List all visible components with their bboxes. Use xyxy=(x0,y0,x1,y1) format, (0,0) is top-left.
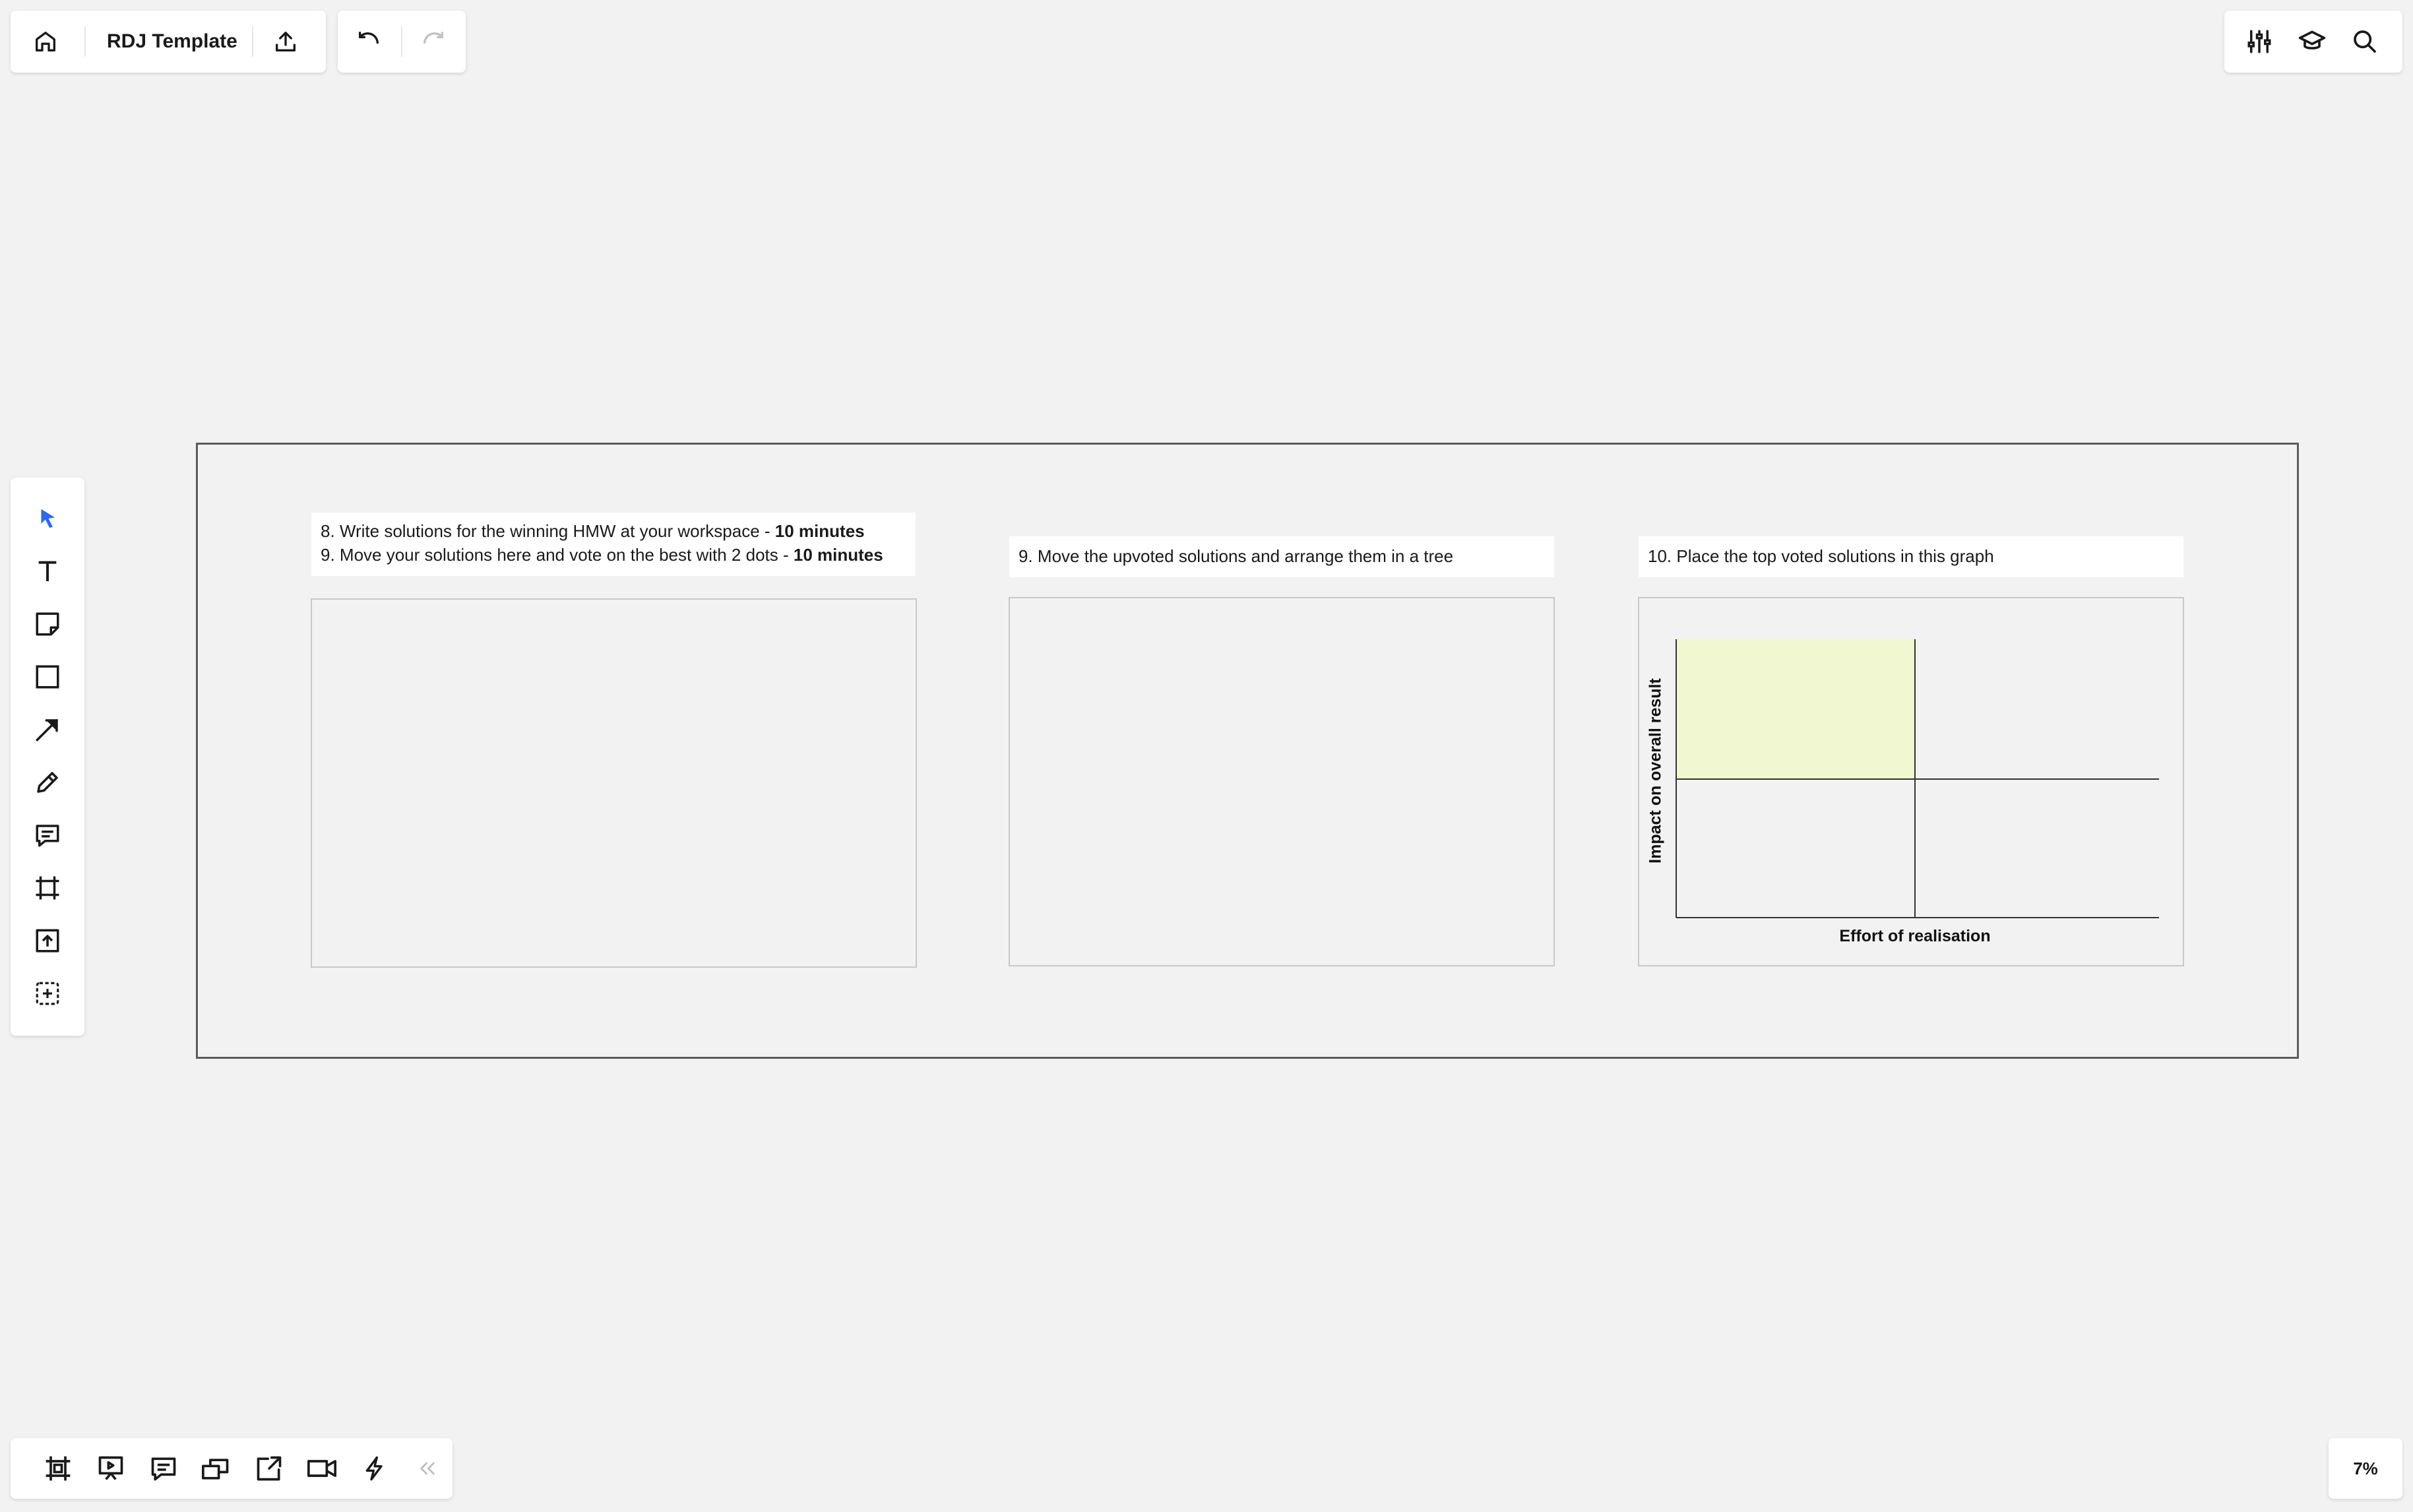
y-axis-label: Impact on overall result xyxy=(1646,678,1665,864)
divider xyxy=(84,26,86,57)
header-panel: RDJ Template xyxy=(11,11,326,73)
graph-area[interactable]: Impact on overall result Effort of reali… xyxy=(1638,597,2184,966)
search-icon[interactable] xyxy=(2350,26,2380,57)
tree-area[interactable] xyxy=(1009,597,1555,966)
shape-icon[interactable] xyxy=(11,650,84,703)
instruction-line-1: 8. Write solutions for the winning HMW a… xyxy=(321,521,865,541)
bottom-toolbar xyxy=(11,1438,453,1499)
pen-icon[interactable] xyxy=(11,756,84,809)
collapse-icon[interactable] xyxy=(401,1438,454,1499)
left-toolbar xyxy=(11,478,84,1036)
topright-panel xyxy=(2224,11,2402,73)
settings-sliders-icon[interactable] xyxy=(2244,26,2274,57)
priority-matrix xyxy=(1676,639,2159,918)
instruction-line-2: 9. Move your solutions here and vote on … xyxy=(321,545,883,565)
comment-icon[interactable] xyxy=(11,809,84,862)
home-icon[interactable] xyxy=(30,26,61,57)
cards-icon[interactable] xyxy=(190,1438,243,1499)
share-screen-icon[interactable] xyxy=(243,1438,296,1499)
sticky-note-icon[interactable] xyxy=(11,598,84,650)
zoom-level[interactable]: 7% xyxy=(2329,1438,2402,1499)
x-axis-label: Effort of realisation xyxy=(1839,927,1991,945)
board-title[interactable]: RDJ Template xyxy=(107,28,237,55)
instruction-card-1[interactable]: 8. Write solutions for the winning HMW a… xyxy=(311,513,916,576)
divider xyxy=(252,26,253,57)
upload-icon[interactable] xyxy=(270,26,301,57)
undo-icon[interactable] xyxy=(354,26,384,57)
lightning-icon[interactable] xyxy=(348,1438,401,1499)
instruction-card-3[interactable]: 10. Place the top voted solutions in thi… xyxy=(1639,536,2183,577)
arrow-icon[interactable] xyxy=(11,703,84,756)
solutions-area[interactable] xyxy=(311,598,917,968)
divider xyxy=(401,26,402,57)
comments-icon[interactable] xyxy=(137,1438,190,1499)
video-icon[interactable] xyxy=(296,1438,348,1499)
matrix-highlight-quadrant xyxy=(1676,639,1915,779)
presentation-icon[interactable] xyxy=(84,1438,137,1499)
select-icon[interactable] xyxy=(11,492,84,545)
upload-icon[interactable] xyxy=(11,914,84,967)
frames-icon[interactable] xyxy=(32,1438,84,1499)
frame-icon[interactable] xyxy=(11,862,84,914)
learning-cap-icon[interactable] xyxy=(2297,26,2327,57)
zoom-panel: 7% xyxy=(2329,1438,2402,1499)
text-icon[interactable] xyxy=(11,545,84,598)
more-tools-icon[interactable] xyxy=(11,967,84,1020)
history-panel xyxy=(338,11,466,73)
redo-icon[interactable] xyxy=(418,26,449,57)
instruction-card-2[interactable]: 9. Move the upvoted solutions and arrang… xyxy=(1009,536,1554,577)
